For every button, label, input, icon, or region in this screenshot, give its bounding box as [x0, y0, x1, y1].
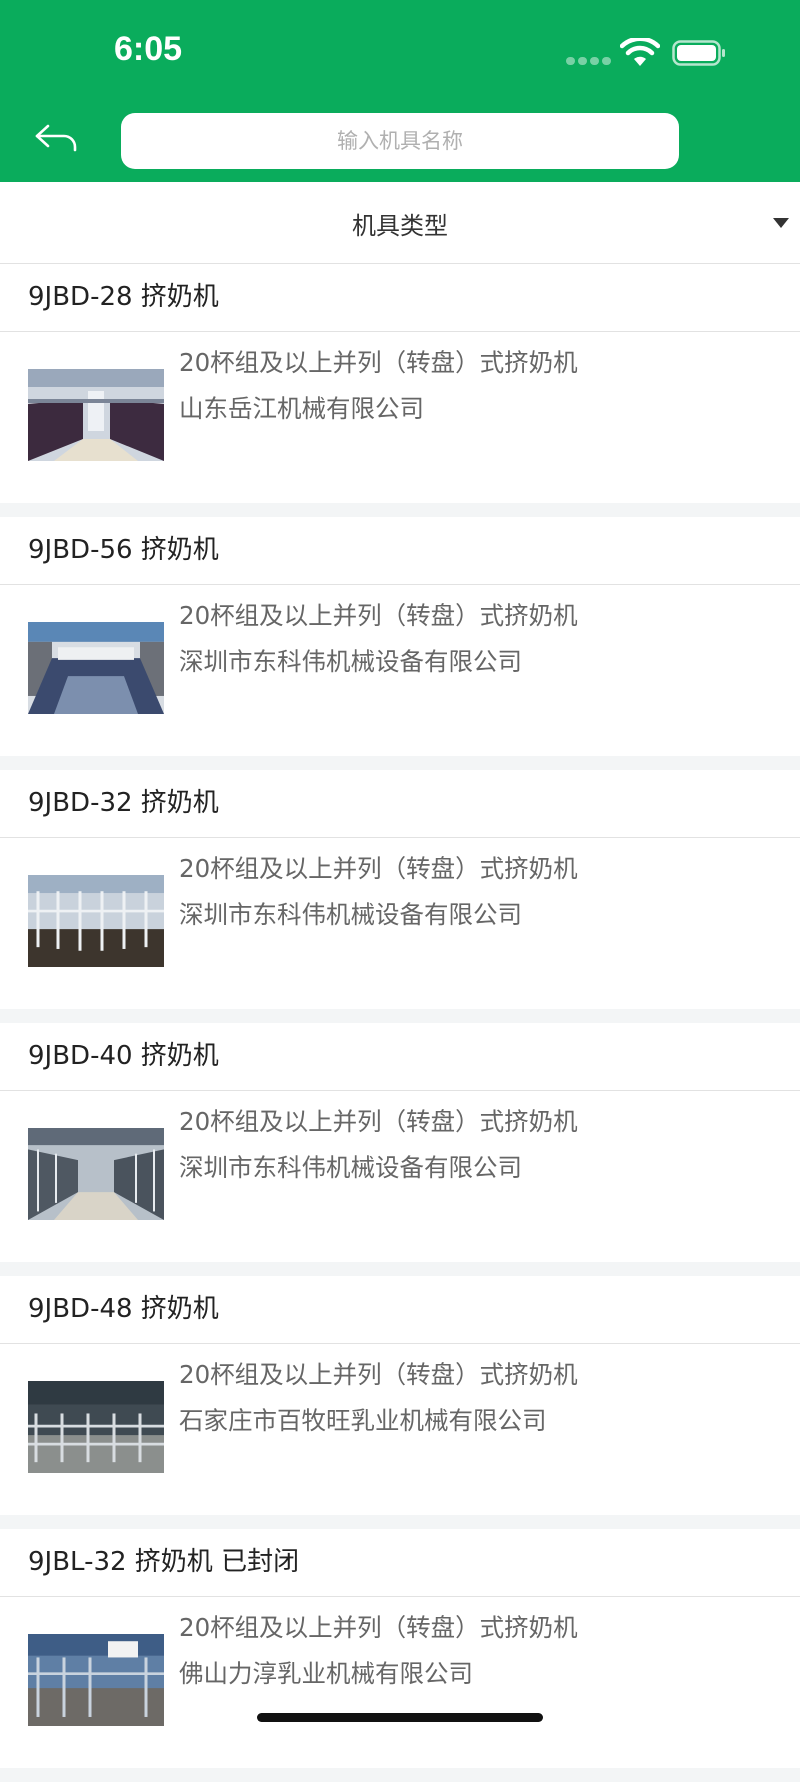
item-category: 20杯组及以上并列（转盘）式挤奶机: [179, 854, 578, 883]
item-category: 20杯组及以上并列（转盘）式挤奶机: [179, 1107, 578, 1136]
list-item[interactable]: 9JBL-32 挤奶机 已封闭 20杯组及以上并列（转盘）式挤奶机 佛山力淳乳业…: [0, 1529, 800, 1782]
list-item[interactable]: 9JBD-32 挤奶机 20杯组及以上并列（转盘）式挤奶机 深圳市东科伟机械设备…: [0, 770, 800, 1023]
search-box[interactable]: [121, 112, 679, 170]
filter-label: 机具类型: [352, 212, 448, 240]
item-category: 20杯组及以上并列（转盘）式挤奶机: [179, 601, 578, 630]
status-time: 6:05: [114, 30, 183, 68]
item-title: 9JBD-32 挤奶机: [0, 770, 800, 838]
list-item[interactable]: 9JBD-40 挤奶机 20杯组及以上并列（转盘）式挤奶机 深圳市东科伟机械设备…: [0, 1023, 800, 1276]
search-input[interactable]: [121, 112, 679, 170]
item-company: 佛山力淳乳业机械有限公司: [179, 1659, 473, 1688]
item-title: 9JBD-40 挤奶机: [0, 1023, 800, 1091]
item-category: 20杯组及以上并列（转盘）式挤奶机: [179, 1360, 578, 1389]
machine-list: 9JBD-28 挤奶机 20杯组及以上并列（转盘）式挤奶机 山东岳江机械有限公司…: [0, 264, 800, 1782]
item-thumbnail: [28, 1128, 164, 1220]
caret-down-icon[interactable]: [773, 218, 789, 228]
wifi-icon: [619, 36, 661, 68]
item-company: 深圳市东科伟机械设备有限公司: [179, 1153, 522, 1182]
item-thumbnail: [28, 622, 164, 714]
item-title: 9JBD-28 挤奶机: [0, 264, 800, 332]
item-thumbnail: [28, 1634, 164, 1726]
home-indicator[interactable]: [257, 1713, 543, 1722]
item-thumbnail: [28, 369, 164, 461]
item-thumbnail: [28, 1381, 164, 1473]
item-company: 深圳市东科伟机械设备有限公司: [179, 647, 522, 676]
item-title: 9JBL-32 挤奶机 已封闭: [0, 1529, 800, 1597]
list-item[interactable]: 9JBD-56 挤奶机 20杯组及以上并列（转盘）式挤奶机 深圳市东科伟机械设备…: [0, 517, 800, 770]
app-header: 6:05: [0, 0, 800, 182]
item-company: 深圳市东科伟机械设备有限公司: [179, 900, 522, 929]
item-company: 山东岳江机械有限公司: [179, 394, 424, 423]
list-item[interactable]: 9JBD-48 挤奶机 20杯组及以上并列（转盘）式挤奶机 石家庄市百牧旺乳业机…: [0, 1276, 800, 1529]
item-title: 9JBD-56 挤奶机: [0, 517, 800, 585]
battery-icon: [672, 40, 726, 66]
back-arrow-icon[interactable]: [34, 122, 80, 158]
filter-bar[interactable]: 机具类型: [0, 182, 800, 264]
item-category: 20杯组及以上并列（转盘）式挤奶机: [179, 348, 578, 377]
cellular-signal-icon: [566, 57, 611, 66]
item-category: 20杯组及以上并列（转盘）式挤奶机: [179, 1613, 578, 1642]
list-item[interactable]: 9JBD-28 挤奶机 20杯组及以上并列（转盘）式挤奶机 山东岳江机械有限公司: [0, 264, 800, 517]
item-title: 9JBD-48 挤奶机: [0, 1276, 800, 1344]
item-thumbnail: [28, 875, 164, 967]
item-company: 石家庄市百牧旺乳业机械有限公司: [179, 1406, 547, 1435]
